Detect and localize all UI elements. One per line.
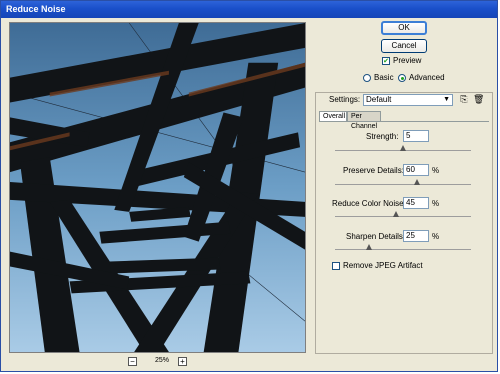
strength-slider-thumb[interactable] [400,145,406,151]
preview-label: Preview [393,56,422,65]
preview-image [10,23,305,352]
tab-bar: Overall Per Channel [319,111,489,130]
remove-jpeg-label: Remove JPEG Artifact [343,261,423,270]
sharpen-details-slider-track[interactable] [335,249,471,250]
sharpen-details-unit: % [432,232,440,241]
delete-settings-icon[interactable]: 🗑 [473,94,484,104]
preserve-details-input[interactable]: 60 [403,164,429,176]
zoom-out-button[interactable]: − [128,357,137,366]
save-settings-icon[interactable]: ⎘ [459,94,469,104]
reduce-color-noise-unit: % [432,199,440,208]
preserve-details-label: Preserve Details: [343,166,404,175]
dialog-title: Reduce Noise [1,1,497,18]
preview-pane[interactable] [9,22,306,353]
zoom-in-button[interactable]: + [178,357,187,366]
preserve-details-slider-track[interactable] [335,184,471,185]
reduce-color-noise-slider-thumb[interactable] [393,211,400,217]
sharpen-details-label: Sharpen Details: [346,232,406,241]
zoom-controls: − 25% + [9,355,306,369]
sharpen-details-slider-thumb[interactable] [366,244,372,250]
advanced-radio[interactable] [398,74,406,82]
preserve-details-unit: % [432,166,440,175]
checkmark-icon: ✔ [383,58,389,65]
basic-label: Basic [374,73,394,82]
settings-label: Settings: [329,95,361,104]
ok-button[interactable]: OK [381,21,427,35]
basic-radio[interactable] [363,74,371,82]
chevron-down-icon: ▼ [443,96,450,103]
cancel-button[interactable]: Cancel [381,39,427,53]
strength-label: Strength: [366,132,399,141]
sharpen-details-input[interactable]: 25 [403,230,429,242]
reduce-color-noise-slider-track[interactable] [335,216,471,217]
settings-select[interactable]: Default ▼ [363,94,453,106]
remove-jpeg-checkbox[interactable] [332,262,340,270]
tab-per-channel[interactable]: Per Channel [347,111,381,130]
preview-checkbox[interactable]: ✔ [382,57,390,65]
reduce-noise-dialog: Reduce Noise − 25% + OK Cancel ✔ Preview… [0,0,498,372]
strength-input[interactable]: 5 [403,130,429,142]
settings-value: Default [366,95,392,104]
tab-overall[interactable]: Overall [319,111,347,121]
preserve-details-slider-thumb[interactable] [413,179,420,185]
zoom-level: 25% [154,357,169,364]
reduce-color-noise-label: Reduce Color Noise: [332,199,406,208]
advanced-label: Advanced [409,73,445,82]
reduce-color-noise-input[interactable]: 45 [403,197,429,209]
